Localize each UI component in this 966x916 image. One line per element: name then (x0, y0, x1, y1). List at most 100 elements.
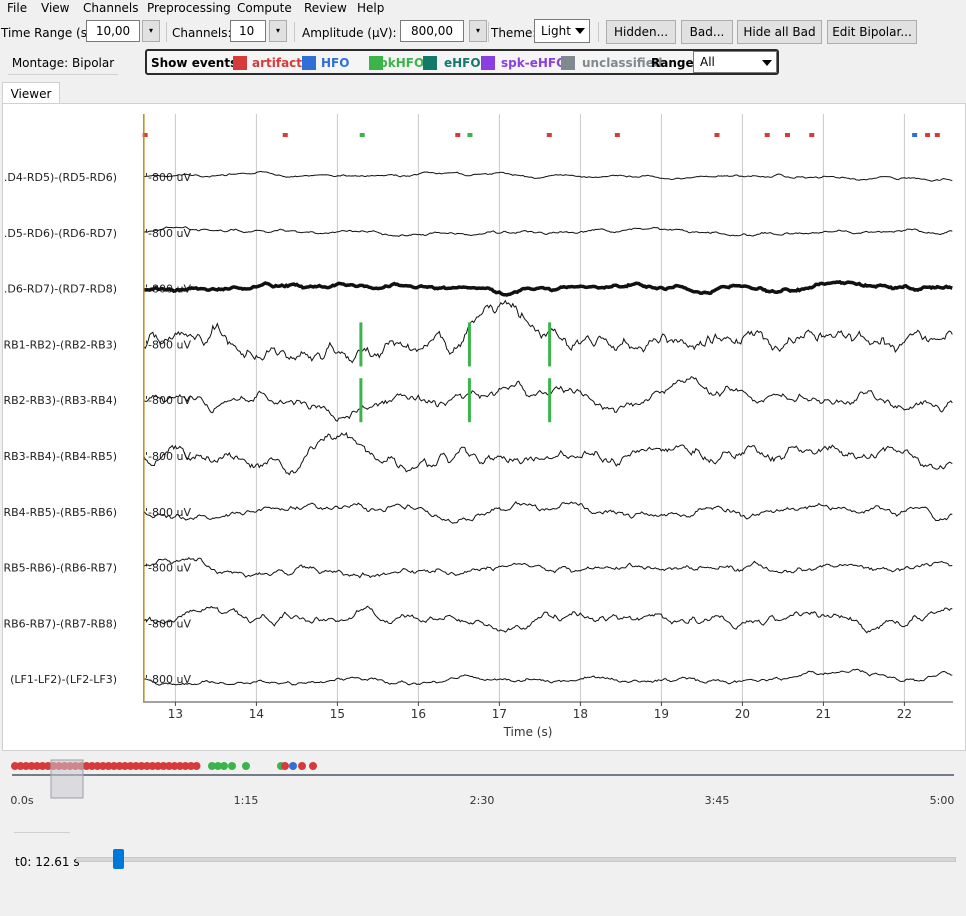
eeg-trace[interactable] (143, 431, 953, 476)
menu-file[interactable]: File (7, 1, 27, 15)
eeg-trace[interactable] (143, 279, 953, 297)
event-highlight-spkhfo[interactable] (467, 378, 471, 423)
overview-tick-label: 5:00 (930, 794, 955, 807)
overview-event-dot (309, 762, 317, 770)
amplitude-label: '-800 uV (145, 171, 191, 184)
eeg-trace[interactable] (143, 668, 953, 686)
channel-label: RB4-RB5)-(RB5-RB6) (3, 506, 117, 519)
range-label: Range (651, 56, 694, 70)
overview-event-dot (298, 762, 306, 770)
time-range-spin[interactable]: ▾ (142, 20, 160, 42)
event-label-hfo[interactable]: HFO (321, 56, 349, 70)
menu-view[interactable]: View (41, 1, 69, 15)
t0-label: t0: 12.61 s (15, 855, 80, 869)
event-marker-spkhfo[interactable] (467, 133, 473, 137)
eeg-trace[interactable] (143, 226, 953, 237)
event-toggle-artifact[interactable] (233, 56, 247, 70)
eeg-trace[interactable] (143, 376, 953, 422)
range-select[interactable]: All (693, 51, 777, 73)
event-marker-artifact[interactable] (714, 133, 720, 137)
t0-slider-handle[interactable] (113, 849, 124, 869)
menu-review[interactable]: Review (304, 1, 347, 15)
menu-channels[interactable]: Channels (83, 1, 139, 15)
overview-tick-label: 3:45 (705, 794, 730, 807)
event-marker-artifact[interactable] (614, 133, 620, 137)
x-tick-label: 20 (735, 707, 750, 721)
channel-label: RB2-RB3)-(RB3-RB4) (3, 394, 117, 407)
bad-button[interactable]: Bad... (681, 20, 733, 44)
channel-label: .D4-RD5)-(RD5-RD6) (4, 171, 117, 184)
eeg-trace[interactable] (143, 605, 953, 634)
eeg-trace[interactable] (143, 299, 953, 364)
theme-select-value: Light (541, 24, 571, 38)
event-filter-group: Show events: artifact HFO spkHFO eHFO spk-eHF… (145, 49, 779, 75)
menu-help[interactable]: Help (357, 1, 384, 15)
overview-viewport-window[interactable] (50, 759, 84, 799)
event-marker-artifact[interactable] (764, 133, 770, 137)
overview-timeline[interactable]: 0.0s 1:15 2:30 3:45 5:00 (0, 752, 966, 824)
event-marker-artifact[interactable] (282, 133, 288, 137)
event-marker-artifact[interactable] (546, 133, 552, 137)
amplitude-input[interactable]: 800,00 (400, 20, 464, 42)
edit-bipolar-button[interactable]: Edit Bipolar... (827, 20, 917, 44)
x-tick-label: 17 (492, 707, 507, 721)
channels-input[interactable]: 10 (230, 20, 266, 42)
time-range-input[interactable]: 10,00 (86, 20, 140, 42)
event-marker-hfo[interactable] (912, 133, 918, 137)
event-label-spk-ehfo[interactable]: spk-eHFO (501, 56, 566, 70)
amplitude-spin[interactable]: ▾ (469, 20, 487, 42)
x-tick-label: 14 (249, 707, 264, 721)
x-tick-label: 22 (897, 707, 912, 721)
event-marker-artifact[interactable] (455, 133, 461, 137)
channels-label: Channels: (172, 26, 232, 40)
event-label-artifact[interactable]: artifact (252, 56, 302, 70)
x-tick-label: 13 (168, 707, 183, 721)
tab-viewer[interactable]: Viewer (2, 82, 60, 105)
event-toggle-unclassified[interactable] (561, 56, 575, 70)
amplitude-label: '-800 uV (145, 227, 191, 240)
channel-label: RB1-RB2)-(RB2-RB3) (3, 338, 117, 351)
event-toggle-hfo[interactable] (302, 56, 316, 70)
x-tick-label: 18 (573, 707, 588, 721)
channel-label: RB3-RB4)-(RB4-RB5) (3, 450, 117, 463)
toolbar-separator (166, 22, 167, 42)
overview-tick-label: 0.0s (10, 794, 33, 807)
overview-event-dot (192, 762, 201, 770)
channel-label: .D5-RD6)-(RD6-RD7) (4, 227, 117, 240)
event-highlight-spkhfo[interactable] (467, 322, 471, 367)
event-marker-artifact[interactable] (809, 133, 815, 137)
menu-compute[interactable]: Compute (237, 1, 292, 15)
event-marker-spkhfo[interactable] (359, 133, 365, 137)
event-marker-artifact[interactable] (784, 133, 790, 137)
x-axis-label: Time (s) (503, 725, 553, 739)
show-events-label: Show events: (151, 56, 243, 70)
event-highlight-spkhfo[interactable] (359, 378, 363, 423)
event-highlight-spkhfo[interactable] (548, 322, 552, 367)
event-highlight-spkhfo[interactable] (359, 322, 363, 367)
event-marker-artifact[interactable] (925, 133, 931, 137)
montage-label: Montage: Bipolar (8, 52, 118, 75)
overview-event-dot (242, 762, 250, 770)
channels-spin[interactable]: ▾ (269, 20, 287, 42)
eeg-trace[interactable] (143, 170, 953, 182)
event-marker-artifact[interactable] (934, 133, 940, 137)
eeg-trace[interactable] (143, 556, 953, 579)
event-toggle-ehfo[interactable] (423, 56, 437, 70)
event-highlight-spkhfo[interactable] (548, 378, 552, 423)
menu-preprocessing[interactable]: Preprocessing (147, 1, 231, 15)
event-toggle-spk-ehfo[interactable] (481, 56, 495, 70)
amplitude-label: '-800 uV (145, 562, 191, 575)
x-tick-label: 19 (654, 707, 669, 721)
theme-select[interactable]: Light (534, 19, 590, 43)
hide-all-bad-button[interactable]: Hide all Bad (737, 20, 822, 44)
x-tick-label: 15 (330, 707, 345, 721)
overview-event-strip: 0.0s 1:15 2:30 3:45 5:00 (10, 759, 955, 807)
toolbar-separator (598, 22, 599, 42)
eeg-trace[interactable] (143, 500, 953, 524)
menu-bar: File View Channels Preprocessing Compute Revi… (0, 0, 966, 18)
event-label-ehfo[interactable]: eHFO (444, 56, 481, 70)
event-label-spkhfo[interactable]: spkHFO (372, 56, 424, 70)
eeg-plot[interactable]: 13 14 15 16 17 18 19 20 21 22 Time (s) .D4-RD5)-(RD… (3, 104, 965, 750)
t0-slider-track[interactable] (76, 857, 956, 862)
hidden-button[interactable]: Hidden... (606, 20, 676, 44)
